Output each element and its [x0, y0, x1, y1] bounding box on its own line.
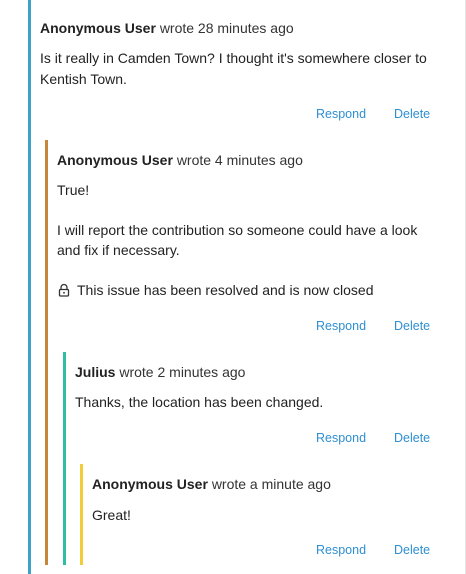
thread-line-level-3 — [63, 352, 66, 565]
comment-header: Anonymous User wrote a minute ago — [92, 474, 331, 494]
comment-timestamp: wrote a minute ago — [211, 476, 331, 492]
comment-text: Kentish Town. — [40, 71, 127, 87]
delete-button[interactable]: Delete — [394, 430, 430, 446]
resolved-status: This issue has been resolved and is now … — [57, 280, 374, 300]
comment-author: Anonymous User — [57, 152, 173, 168]
resolved-status-text: This issue has been resolved and is now … — [77, 282, 374, 298]
comment-timestamp: wrote 2 minutes ago — [119, 364, 246, 380]
thread-line-level-2 — [45, 140, 48, 565]
comment-header: Julius wrote 2 minutes ago — [75, 362, 245, 382]
delete-button[interactable]: Delete — [394, 318, 430, 334]
comment-header: Anonymous User wrote 28 minutes ago — [40, 18, 294, 38]
respond-button[interactable]: Respond — [316, 318, 366, 334]
delete-button[interactable]: Delete — [394, 106, 430, 122]
lock-icon — [58, 283, 70, 297]
thread-line-level-4 — [80, 464, 83, 565]
comment-text: Thanks, the location has been changed. — [75, 394, 324, 410]
comment-author: Anonymous User — [40, 20, 156, 36]
delete-button[interactable]: Delete — [394, 542, 430, 558]
comment-header: Anonymous User wrote 4 minutes ago — [57, 150, 303, 170]
respond-button[interactable]: Respond — [316, 430, 366, 446]
respond-button[interactable]: Respond — [316, 542, 366, 558]
respond-button[interactable]: Respond — [316, 106, 366, 122]
comment-text: Great! — [92, 507, 131, 523]
comment-text: True! — [57, 182, 90, 198]
comment-author: Anonymous User — [92, 476, 208, 492]
thread-line-level-1 — [28, 0, 31, 574]
comment-text: Is it really in Camden Town? I thought i… — [40, 50, 427, 66]
comment-author: Julius — [75, 364, 116, 380]
comment-timestamp: wrote 4 minutes ago — [176, 152, 303, 168]
comment-timestamp: wrote 28 minutes ago — [159, 20, 294, 36]
comment-text: and fix if necessary. — [57, 242, 180, 258]
comment-text: I will report the contribution so someon… — [57, 222, 418, 238]
